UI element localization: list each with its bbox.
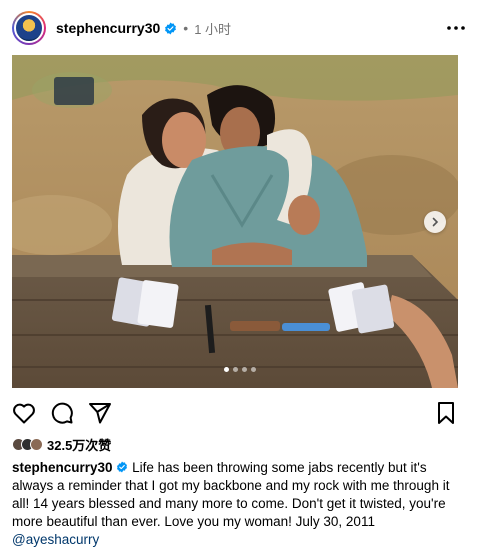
caption-username[interactable]: stephencurry30	[12, 460, 113, 475]
post-username[interactable]: stephencurry30	[56, 20, 160, 36]
post-time: 1 小时	[194, 21, 232, 37]
carousel-indicator	[0, 367, 480, 372]
action-bar	[12, 400, 458, 426]
separator-dot: •	[183, 20, 189, 36]
bookmark-icon[interactable]	[434, 401, 458, 425]
post-caption: stephencurry30 Life has been throwing so…	[12, 459, 462, 547]
likes-row[interactable]: 32.5万次赞	[12, 434, 111, 454]
paper-plane-icon[interactable]	[88, 401, 112, 425]
heart-icon[interactable]	[12, 401, 36, 425]
comment-bubble-icon[interactable]	[50, 401, 74, 425]
avatar[interactable]	[12, 11, 46, 45]
carousel-dot	[251, 367, 256, 372]
likes-count: 32.5万次赞	[47, 437, 112, 453]
post-header: stephencurry30 • 1 小时	[12, 10, 468, 46]
carousel-dot	[224, 367, 229, 372]
carousel-next-button[interactable]	[424, 211, 446, 233]
liker-avatar	[30, 437, 43, 451]
mention-link[interactable]: @ayeshacurry	[12, 532, 99, 547]
carousel-dot	[242, 367, 247, 372]
verified-badge-icon	[117, 461, 128, 473]
more-options-icon[interactable]	[444, 18, 468, 38]
post-photo[interactable]	[12, 55, 458, 388]
carousel-dot	[233, 367, 238, 372]
verified-badge-icon	[165, 22, 177, 34]
chevron-right-icon	[432, 217, 439, 227]
